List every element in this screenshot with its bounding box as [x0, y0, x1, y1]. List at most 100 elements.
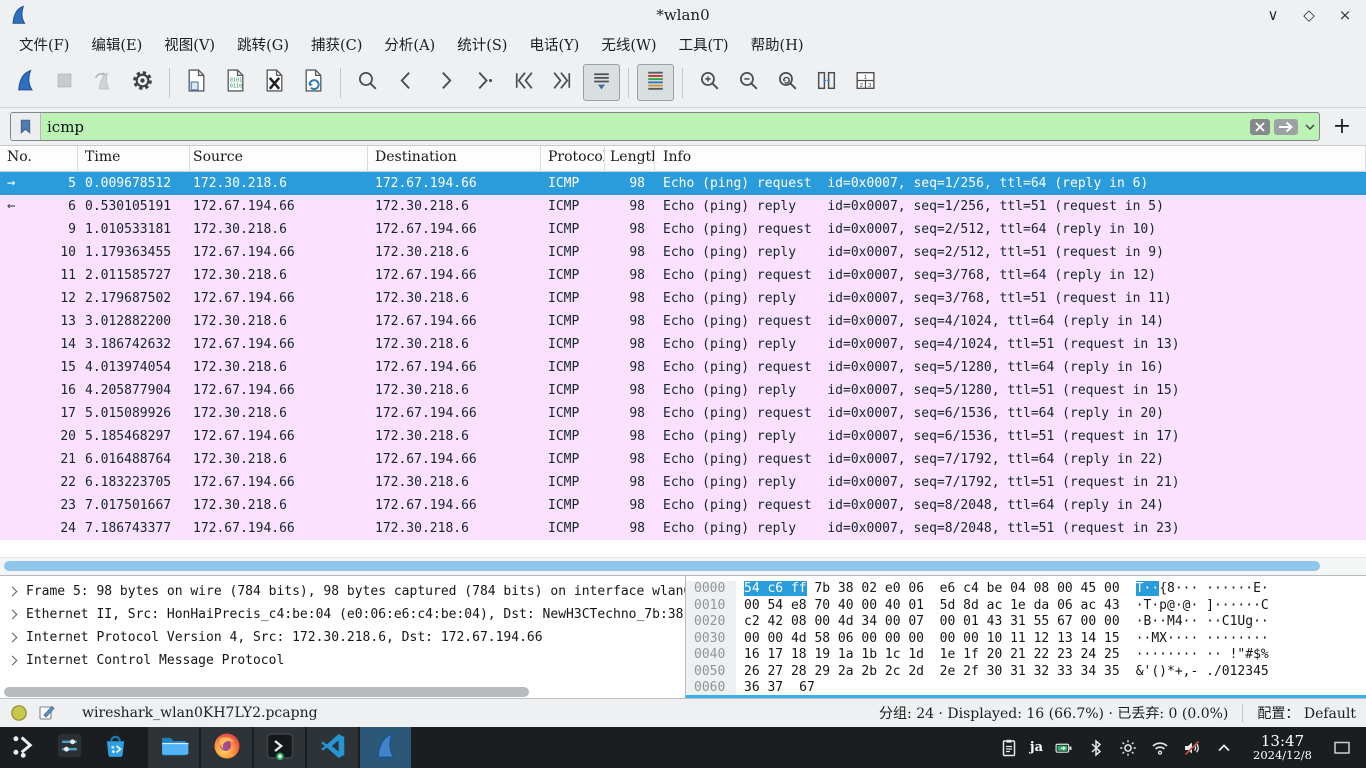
- title-bar[interactable]: *wlan0 ∨◇×: [0, 0, 1366, 30]
- find-packet-button[interactable]: [349, 64, 386, 101]
- scrollbar-thumb[interactable]: [4, 561, 1320, 571]
- open-file-button[interactable]: [178, 64, 215, 101]
- bluetooth-tray-button[interactable]: [1085, 737, 1107, 759]
- packet-row[interactable]: 164.205877904172.67.194.66172.30.218.6IC…: [0, 379, 1366, 402]
- hex-ascii[interactable]: ·T·p@·@· ]······C: [1136, 598, 1269, 615]
- hex-row[interactable]: 004016 17 18 19 1a 1b 1c 1d 1e 1f 20 21 …: [686, 647, 1366, 664]
- hex-row[interactable]: 005026 27 28 29 2a 2b 2c 2d 2e 2f 30 31 …: [686, 664, 1366, 681]
- hex-selected-bytes[interactable]: 54 c6 ff: [744, 581, 807, 596]
- packet-row[interactable]: 122.179687502172.67.194.66172.30.218.6IC…: [0, 287, 1366, 310]
- packet-row[interactable]: 101.179363455172.67.194.66172.30.218.6IC…: [0, 241, 1366, 264]
- detail-tree-row[interactable]: Internet Control Message Protocol: [0, 649, 685, 672]
- detail-tree-row[interactable]: Internet Protocol Version 4, Src: 172.30…: [0, 626, 685, 649]
- taskbar-app-firefox[interactable]: [201, 727, 252, 768]
- hex-bytes[interactable]: 00 00 4d 58 06 00 00 00 00 00 10 11 12 1…: [744, 631, 1120, 648]
- expander-icon[interactable]: [8, 610, 18, 620]
- clipboard-tray-button[interactable]: [998, 737, 1020, 759]
- column-header-info[interactable]: Info: [655, 146, 1366, 171]
- detail-tree-row[interactable]: Ethernet II, Src: HonHaiPrecis_c4:be:04 …: [0, 603, 685, 626]
- brightness-tray-button[interactable]: [1117, 737, 1139, 759]
- menu-item[interactable]: 捕获(C): [300, 34, 373, 55]
- hex-bytes[interactable]: c2 42 08 00 4d 34 00 07 00 01 43 31 55 6…: [744, 614, 1120, 631]
- hex-bytes[interactable]: 36 37: [744, 680, 783, 697]
- hex-row[interactable]: 003000 00 4d 58 06 00 00 00 00 00 10 11 …: [686, 631, 1366, 648]
- details-hscrollbar-thumb[interactable]: [4, 687, 529, 697]
- go-back-button[interactable]: [388, 64, 425, 101]
- packet-row[interactable]: ←60.530105191172.67.194.66172.30.218.6IC…: [0, 195, 1366, 218]
- hex-ascii[interactable]: ··MX···· ········: [1136, 631, 1269, 648]
- packet-row[interactable]: 205.185468297172.67.194.66172.30.218.6IC…: [0, 425, 1366, 448]
- window-close-icon[interactable]: ×: [1334, 4, 1356, 26]
- hex-row[interactable]: 006036 3767: [686, 680, 1366, 697]
- start-capture-button[interactable]: [7, 64, 44, 101]
- menu-item[interactable]: 文件(F): [8, 34, 80, 55]
- volume-muted-tray-button[interactable]: [1181, 737, 1203, 759]
- column-header-protocol[interactable]: Protocol: [541, 146, 605, 171]
- expand-arrow-tray-button[interactable]: [1213, 737, 1235, 759]
- capture-options-button[interactable]: [124, 64, 161, 101]
- packet-row[interactable]: 143.186742632172.67.194.66172.30.218.6IC…: [0, 333, 1366, 356]
- zoom-out-button[interactable]: [730, 64, 767, 101]
- hex-bytes[interactable]: 16 17 18 19 1a 1b 1c 1d 1e 1f 20 21 22 2…: [744, 647, 1120, 664]
- menu-item[interactable]: 统计(S): [446, 34, 518, 55]
- expander-icon[interactable]: [8, 587, 18, 597]
- filter-clear-button[interactable]: [1249, 116, 1271, 137]
- go-forward-button[interactable]: [427, 64, 464, 101]
- packet-list-hscrollbar[interactable]: [0, 557, 1366, 575]
- system-settings-button[interactable]: [46, 727, 92, 768]
- column-header-source[interactable]: Source: [190, 146, 368, 171]
- input-method-indicator[interactable]: ja: [1030, 740, 1043, 755]
- window-minimize-icon[interactable]: ∨: [1262, 4, 1284, 26]
- taskbar-app-konsole[interactable]: [254, 727, 305, 768]
- taskbar-clock[interactable]: 13:47 2024/12/8: [1253, 733, 1312, 762]
- column-header-destination[interactable]: Destination: [368, 146, 541, 171]
- column-header-length[interactable]: Length: [605, 146, 655, 171]
- hex-ascii[interactable]: ········ ·· !"#$%: [1136, 647, 1269, 664]
- taskbar-app-wireshark[interactable]: [360, 727, 411, 768]
- menu-item[interactable]: 无线(W): [590, 34, 667, 55]
- hex-row[interactable]: 000054 c6 ff 7b 38 02 e0 06 e6 c4 be 04 …: [686, 581, 1366, 598]
- filter-apply-button[interactable]: [1273, 116, 1299, 137]
- menu-item[interactable]: 跳转(G): [226, 34, 300, 55]
- hex-ascii[interactable]: ·B··M4·· ··C1Ug··: [1136, 614, 1269, 631]
- reload-file-button[interactable]: [295, 64, 332, 101]
- menu-item[interactable]: 视图(V): [153, 34, 226, 55]
- hex-row[interactable]: 001000 54 e8 70 40 00 40 01 5d 8d ac 1e …: [686, 598, 1366, 615]
- close-file-button[interactable]: [256, 64, 293, 101]
- window-maximize-icon[interactable]: ◇: [1298, 4, 1320, 26]
- packet-row[interactable]: 226.183223705172.67.194.66172.30.218.6IC…: [0, 471, 1366, 494]
- packet-row[interactable]: 91.010533181172.30.218.6172.67.194.66ICM…: [0, 218, 1366, 241]
- packet-row[interactable]: 154.013974054172.30.218.6172.67.194.66IC…: [0, 356, 1366, 379]
- packet-row[interactable]: →50.009678512172.30.218.6172.67.194.66IC…: [0, 172, 1366, 195]
- packet-row[interactable]: 237.017501667172.30.218.6172.67.194.66IC…: [0, 494, 1366, 517]
- taskbar-app-dolphin[interactable]: [148, 727, 199, 768]
- menu-item[interactable]: 编辑(E): [80, 34, 153, 55]
- profile-label[interactable]: 配置： Default: [1257, 703, 1356, 723]
- app-launcher-button[interactable]: [0, 727, 46, 768]
- go-last-button[interactable]: [544, 64, 581, 101]
- hex-ascii[interactable]: 67: [799, 680, 815, 697]
- display-filter-input[interactable]: icmp: [10, 112, 1320, 141]
- menu-item[interactable]: 工具(T): [668, 34, 740, 55]
- menu-item[interactable]: 电话(Y): [518, 34, 590, 55]
- show-desktop-button[interactable]: [1330, 734, 1354, 762]
- go-first-button[interactable]: [505, 64, 542, 101]
- hex-ascii[interactable]: &'()*+,- ./012345: [1136, 664, 1269, 681]
- auto-scroll-button[interactable]: [583, 64, 620, 101]
- filter-dropdown-icon[interactable]: [1301, 113, 1319, 140]
- expander-icon[interactable]: [8, 656, 18, 666]
- packet-row[interactable]: 247.186743377172.67.194.66172.30.218.6IC…: [0, 517, 1366, 540]
- column-header-time[interactable]: Time: [78, 146, 190, 171]
- column-header-no[interactable]: No.: [0, 146, 78, 171]
- taskbar-app-vscode[interactable]: [307, 727, 358, 768]
- filter-add-button[interactable]: +: [1328, 114, 1356, 139]
- discover-button[interactable]: [92, 727, 138, 768]
- detail-tree-row[interactable]: Frame 5: 98 bytes on wire (784 bits), 98…: [0, 580, 685, 603]
- zoom-reset-button[interactable]: [769, 64, 806, 101]
- packet-row[interactable]: 175.015089926172.30.218.6172.67.194.66IC…: [0, 402, 1366, 425]
- capture-comment-icon[interactable]: [38, 704, 56, 722]
- packet-row[interactable]: 133.012882200172.30.218.6172.67.194.66IC…: [0, 310, 1366, 333]
- layout-123-button[interactable]: 123: [847, 64, 884, 101]
- packet-row[interactable]: 112.011585727172.30.218.6172.67.194.66IC…: [0, 264, 1366, 287]
- expert-info-icon[interactable]: [10, 704, 28, 722]
